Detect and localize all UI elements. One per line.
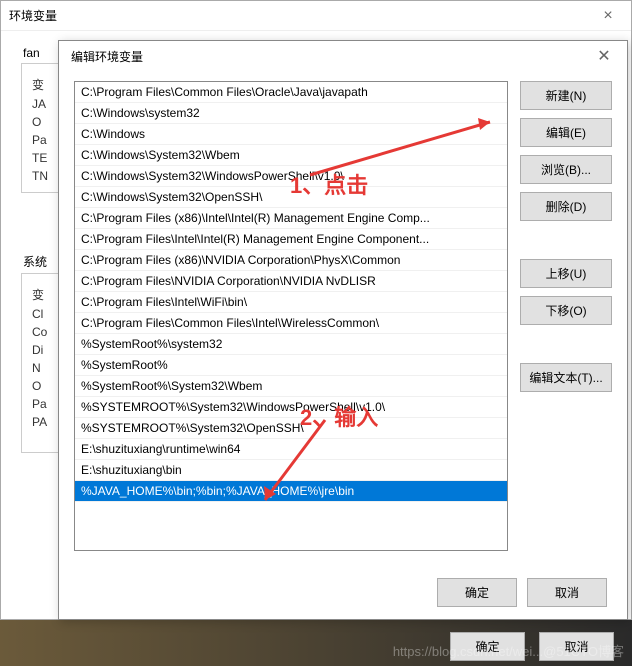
- list-item[interactable]: C:\Program Files\Common Files\Oracle\Jav…: [75, 82, 507, 103]
- edit-text-button[interactable]: 编辑文本(T)...: [520, 363, 612, 392]
- inner-ok-button[interactable]: 确定: [437, 578, 517, 607]
- list-item[interactable]: C:\Program Files\NVIDIA Corporation\NVID…: [75, 271, 507, 292]
- list-item[interactable]: C:\Program Files (x86)\Intel\Intel(R) Ma…: [75, 208, 507, 229]
- list-item[interactable]: C:\Windows\System32\WindowsPowerShell\v1…: [75, 166, 507, 187]
- browse-button[interactable]: 浏览(B)...: [520, 155, 612, 184]
- list-item[interactable]: %SystemRoot%: [75, 355, 507, 376]
- list-item[interactable]: %SYSTEMROOT%\System32\WindowsPowerShell\…: [75, 397, 507, 418]
- move-down-button[interactable]: 下移(O): [520, 296, 612, 325]
- list-item[interactable]: C:\Windows\System32\Wbem: [75, 145, 507, 166]
- path-list[interactable]: C:\Program Files\Common Files\Oracle\Jav…: [74, 81, 508, 551]
- list-item[interactable]: %SystemRoot%\System32\Wbem: [75, 376, 507, 397]
- inner-title: 编辑环境变量: [71, 48, 143, 65]
- delete-button[interactable]: 删除(D): [520, 192, 612, 221]
- list-item[interactable]: %SYSTEMROOT%\System32\OpenSSH\: [75, 418, 507, 439]
- inner-cancel-button[interactable]: 取消: [527, 578, 607, 607]
- list-item[interactable]: C:\Program Files\Intel\Intel(R) Manageme…: [75, 229, 507, 250]
- list-item[interactable]: C:\Program Files\Common Files\Intel\Wire…: [75, 313, 507, 334]
- close-icon[interactable]: ✕: [589, 46, 619, 66]
- list-item[interactable]: C:\Windows\System32\OpenSSH\: [75, 187, 507, 208]
- list-item[interactable]: %SystemRoot%\system32: [75, 334, 507, 355]
- list-item[interactable]: C:\Program Files\Intel\WiFi\bin\: [75, 292, 507, 313]
- list-item[interactable]: C:\Program Files (x86)\NVIDIA Corporatio…: [75, 250, 507, 271]
- watermark: https://blog.csdn.net/wei...@51CTO博客: [393, 641, 624, 660]
- move-up-button[interactable]: 上移(U): [520, 259, 612, 288]
- edit-button[interactable]: 编辑(E): [520, 118, 612, 147]
- list-item[interactable]: E:\shuzituxiang\runtime\win64: [75, 439, 507, 460]
- new-button[interactable]: 新建(N): [520, 81, 612, 110]
- list-item[interactable]: E:\shuzituxiang\bin: [75, 460, 507, 481]
- outer-titlebar: 环境变量 ×: [1, 1, 631, 31]
- close-icon[interactable]: ×: [593, 7, 623, 25]
- list-item[interactable]: %JAVA_HOME%\bin;%bin;%JAVA_HOME%\jre\bin: [75, 481, 507, 502]
- inner-titlebar: 编辑环境变量 ✕: [59, 41, 627, 71]
- outer-title: 环境变量: [9, 7, 57, 24]
- list-item[interactable]: C:\Windows\system32: [75, 103, 507, 124]
- edit-env-var-dialog: 编辑环境变量 ✕ C:\Program Files\Common Files\O…: [58, 40, 628, 620]
- list-item[interactable]: C:\Windows: [75, 124, 507, 145]
